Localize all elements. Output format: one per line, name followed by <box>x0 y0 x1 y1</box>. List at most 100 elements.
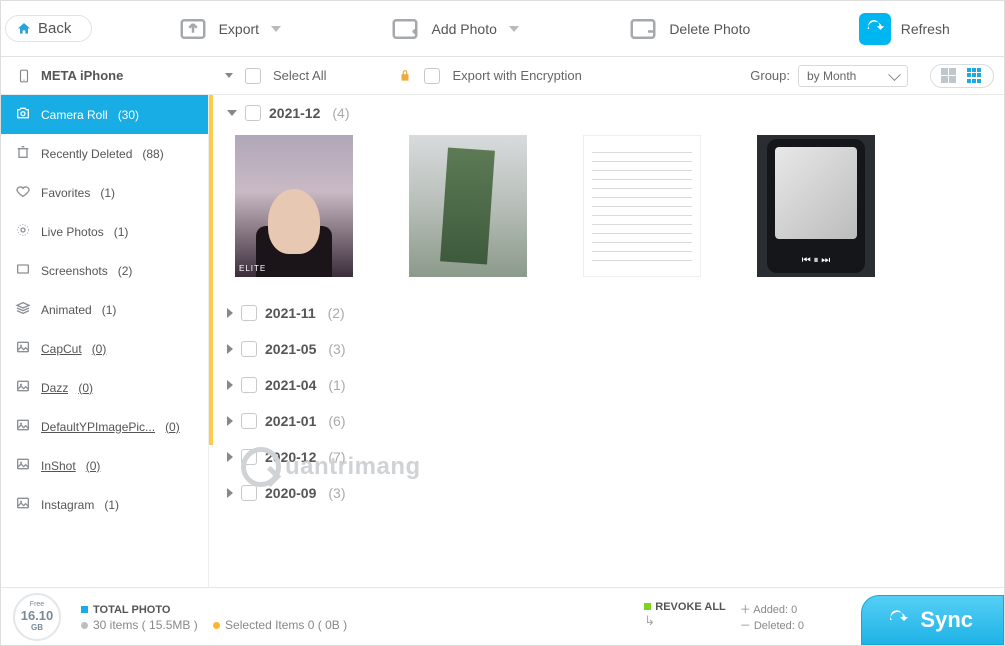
group-name: 2021-12 <box>269 105 320 121</box>
sync-button[interactable]: Sync <box>861 595 1004 645</box>
img-icon <box>15 456 31 475</box>
sidebar-item-label: Recently Deleted <box>41 147 132 161</box>
sidebar-item-count: (1) <box>100 186 115 200</box>
chevron-icon <box>227 344 233 354</box>
sidebar: Camera Roll (30) Recently Deleted (88) F… <box>1 95 209 587</box>
sidebar-item-animated[interactable]: Animated (1) <box>1 290 208 329</box>
group-count: (6) <box>328 413 345 429</box>
sidebar-item-screenshots[interactable]: Screenshots (2) <box>1 251 208 290</box>
group-row-2020-09[interactable]: 2020-09 (3) <box>209 475 1004 511</box>
thumbnails-row: ELITE ⏮ ⏸ ⏭ <box>209 131 1004 295</box>
trash-icon <box>15 144 31 163</box>
sidebar-item-count: (2) <box>118 264 133 278</box>
sidebar-item-capcut[interactable]: CapCut (0) <box>1 329 208 368</box>
sidebar-item-label: Favorites <box>41 186 90 200</box>
group-checkbox[interactable] <box>245 105 261 121</box>
group-checkbox[interactable] <box>241 449 257 465</box>
group-checkbox[interactable] <box>241 485 257 501</box>
sidebar-item-live-photos[interactable]: Live Photos (1) <box>1 212 208 251</box>
export-button[interactable]: Export <box>177 13 281 45</box>
device-name: META iPhone <box>1 67 209 85</box>
sidebar-item-instagram[interactable]: Instagram (1) <box>1 485 208 524</box>
img-icon <box>15 417 31 436</box>
group-row-2021-01[interactable]: 2021-01 (6) <box>209 403 1004 439</box>
refresh-button[interactable]: Refresh <box>859 13 950 45</box>
sidebar-item-dazz[interactable]: Dazz (0) <box>1 368 208 407</box>
sidebar-item-label: Animated <box>41 303 92 317</box>
group-row-2021-05[interactable]: 2021-05 (3) <box>209 331 1004 367</box>
content-area: 2021-12 (4) ELITE ⏮ ⏸ ⏭ 2021-11 (2) 2021-0… <box>209 95 1004 587</box>
group-checkbox[interactable] <box>241 305 257 321</box>
group-checkbox[interactable] <box>241 341 257 357</box>
sidebar-item-defaultypimagepic-[interactable]: DefaultYPImagePic... (0) <box>1 407 208 446</box>
sidebar-item-count: (1) <box>102 303 117 317</box>
sidebar-item-label: DefaultYPImagePic... <box>41 420 155 434</box>
photo-thumbnail[interactable]: ELITE <box>235 135 353 277</box>
export-label: Export <box>219 21 259 37</box>
photo-thumbnail[interactable] <box>409 135 527 277</box>
refresh-label: Refresh <box>901 21 950 37</box>
export-icon <box>177 13 209 45</box>
lock-icon <box>398 69 412 83</box>
group-count: (3) <box>328 485 345 501</box>
chevron-down-icon[interactable] <box>225 73 233 78</box>
refresh-icon <box>859 13 891 45</box>
stats-block: TOTAL PHOTO 30 items ( 15.5MB ) Selected… <box>81 602 347 632</box>
sidebar-item-label: Instagram <box>41 498 94 512</box>
sidebar-item-count: (1) <box>114 225 129 239</box>
phone-icon <box>17 67 31 85</box>
sidebar-item-label: CapCut <box>41 342 82 356</box>
add-photo-button[interactable]: Add Photo <box>389 13 518 45</box>
chevron-icon <box>227 488 233 498</box>
delete-photo-button[interactable]: Delete Photo <box>627 13 750 45</box>
photo-thumbnail[interactable] <box>583 135 701 277</box>
select-all-label: Select All <box>273 68 326 83</box>
view-large-icon[interactable] <box>941 68 957 84</box>
chevron-icon <box>227 308 233 318</box>
storage-ring: Free 16.10 GB <box>13 593 61 641</box>
view-toggle <box>930 64 994 88</box>
photo-thumbnail[interactable]: ⏮ ⏸ ⏭ <box>757 135 875 277</box>
group-checkbox[interactable] <box>241 377 257 393</box>
group-name: 2021-01 <box>265 413 316 429</box>
group-row-2021-12[interactable]: 2021-12 (4) <box>209 95 1004 131</box>
sidebar-item-count: (0) <box>92 342 107 356</box>
group-checkbox[interactable] <box>241 413 257 429</box>
group-row-2021-04[interactable]: 2021-04 (1) <box>209 367 1004 403</box>
sidebar-item-count: (1) <box>104 498 119 512</box>
sidebar-item-label: Screenshots <box>41 264 108 278</box>
encryption-checkbox[interactable] <box>424 68 440 84</box>
chevron-icon <box>227 380 233 390</box>
select-all-checkbox[interactable] <box>245 68 261 84</box>
sidebar-item-count: (30) <box>118 108 139 122</box>
group-count: (7) <box>328 449 345 465</box>
sidebar-item-count: (0) <box>86 459 101 473</box>
group-row-2021-11[interactable]: 2021-11 (2) <box>209 295 1004 331</box>
sidebar-item-count: (88) <box>142 147 163 161</box>
group-row-2020-12[interactable]: 2020-12 (7) <box>209 439 1004 475</box>
heart-icon <box>15 183 31 202</box>
img-icon <box>15 378 31 397</box>
view-small-icon[interactable] <box>967 68 983 84</box>
group-count: (2) <box>328 305 345 321</box>
home-icon <box>16 21 32 37</box>
sidebar-item-count: (0) <box>78 381 93 395</box>
group-count: (4) <box>332 105 349 121</box>
group-name: 2021-04 <box>265 377 316 393</box>
sidebar-item-recently-deleted[interactable]: Recently Deleted (88) <box>1 134 208 173</box>
group-select[interactable]: by Month <box>798 65 908 87</box>
chevron-icon <box>227 110 237 116</box>
sidebar-item-favorites[interactable]: Favorites (1) <box>1 173 208 212</box>
sidebar-item-camera-roll[interactable]: Camera Roll (30) <box>1 95 208 134</box>
sidebar-item-label: Camera Roll <box>41 108 108 122</box>
sidebar-item-label: InShot <box>41 459 76 473</box>
live-icon <box>15 222 31 241</box>
add-photo-icon <box>389 13 421 45</box>
sidebar-item-count: (0) <box>165 420 180 434</box>
chevron-icon <box>227 452 233 462</box>
group-name: 2020-09 <box>265 485 316 501</box>
img-icon <box>15 495 31 514</box>
back-button[interactable]: Back <box>5 15 92 42</box>
img-icon <box>15 339 31 358</box>
sidebar-item-inshot[interactable]: InShot (0) <box>1 446 208 485</box>
